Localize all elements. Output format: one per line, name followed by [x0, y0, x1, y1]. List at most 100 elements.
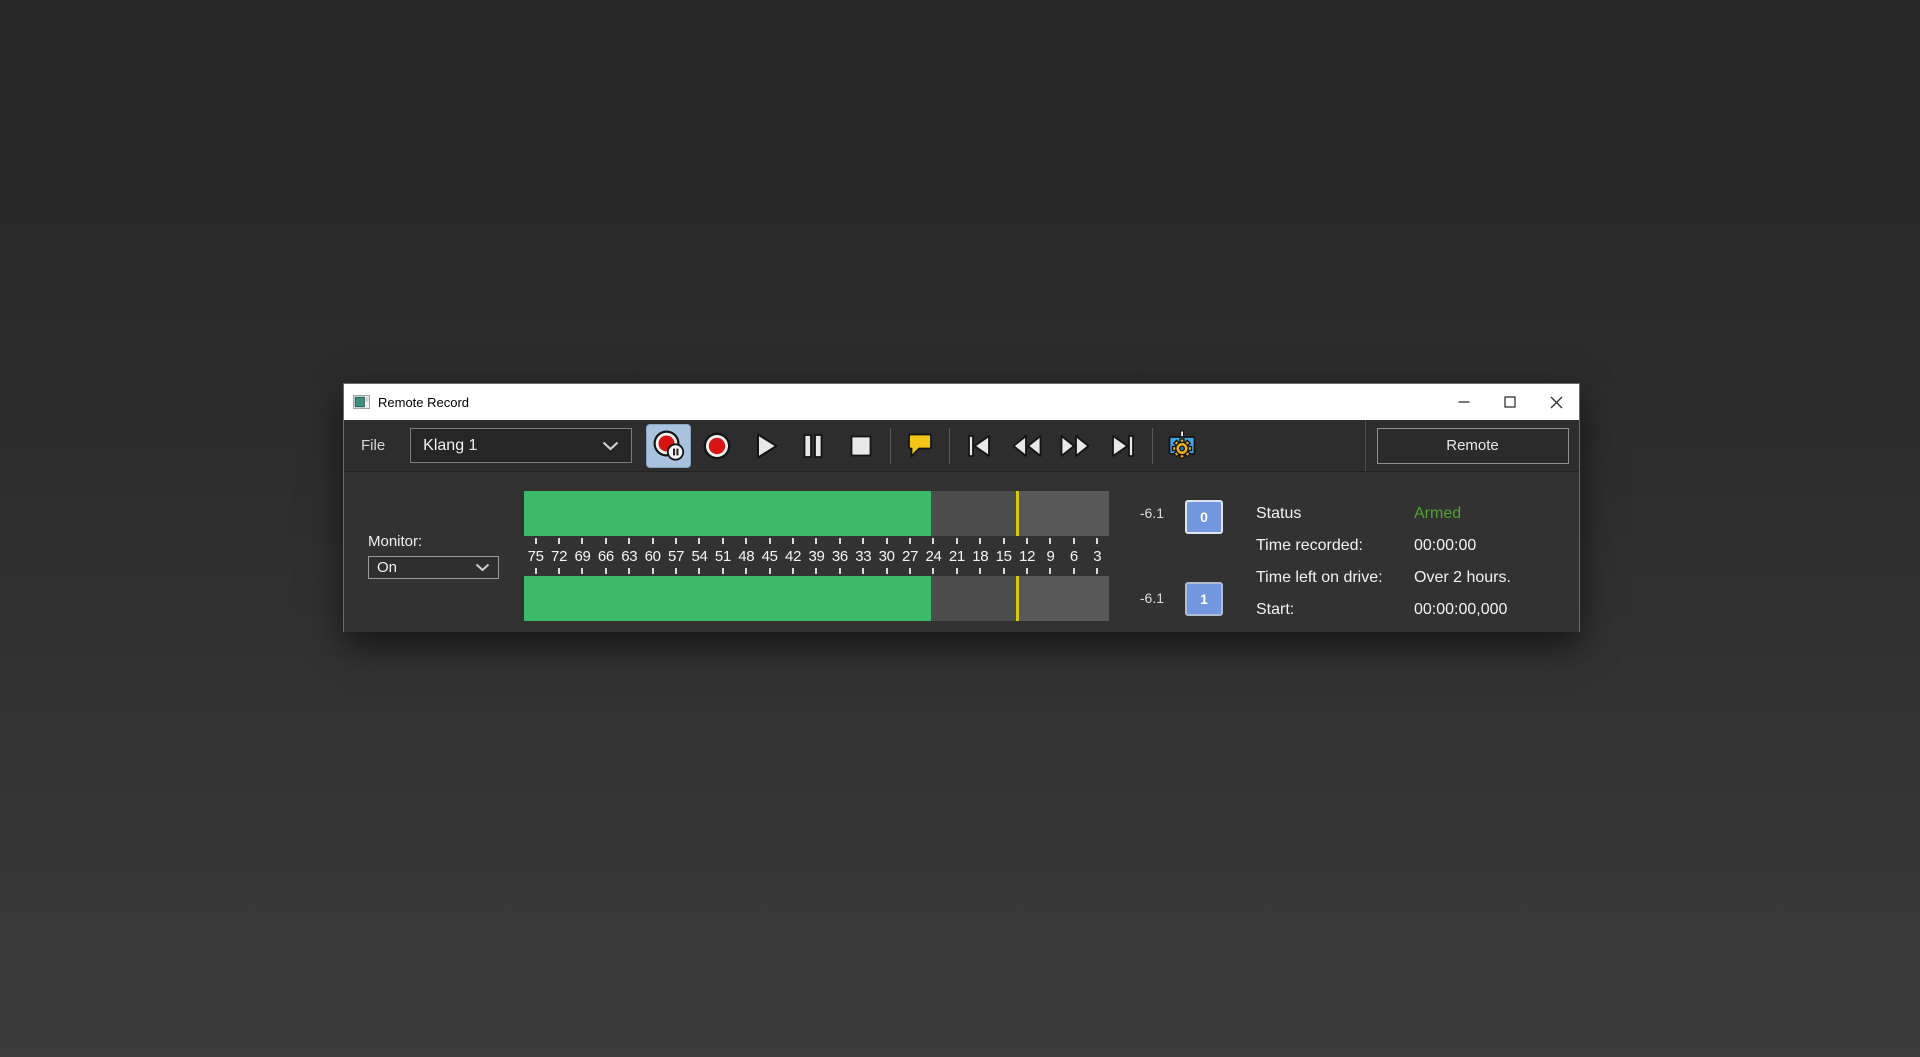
meter-channel-1 [524, 576, 1109, 621]
db-scale-number: 63 [621, 547, 638, 565]
file-dropdown-value: Klang 1 [423, 436, 478, 454]
db-scale-cell: 3 [1086, 536, 1109, 576]
status-row-value: 00:00:00,000 [1414, 601, 1508, 618]
tick-mark [955, 538, 958, 544]
titlebar: Remote Record [344, 384, 1579, 420]
tick-mark [838, 568, 841, 574]
db-scale-number: 24 [925, 547, 942, 565]
db-scale-number: 12 [1019, 547, 1036, 565]
db-scale: 75 72 69 66 63 60 57 54 51 48 45 42 39 3… [524, 536, 1109, 576]
db-scale-number: 72 [551, 547, 568, 565]
rewind-icon [1012, 434, 1042, 457]
status-row-value: Over 2 hours. [1414, 569, 1511, 586]
status-row-label: Time left on drive: [1256, 569, 1383, 586]
db-scale-cell: 30 [875, 536, 898, 576]
db-scale-number: 54 [691, 547, 708, 565]
db-scale-cell: 15 [992, 536, 1015, 576]
transport-buttons [644, 422, 1206, 470]
tick-mark [1002, 568, 1005, 574]
go-to-end-icon [1112, 434, 1135, 457]
go-to-end-button[interactable] [1099, 422, 1147, 470]
db-scale-number: 42 [785, 547, 802, 565]
rewind-button[interactable] [1003, 422, 1051, 470]
db-scale-number: 48 [738, 547, 755, 565]
file-dropdown[interactable]: Klang 1 [410, 428, 633, 463]
tick-mark [955, 568, 958, 574]
tick-mark [1026, 568, 1029, 574]
db-scale-cell: 21 [945, 536, 968, 576]
tick-mark [1072, 538, 1075, 544]
db-scale-number: 57 [668, 547, 685, 565]
tick-mark [698, 538, 701, 544]
tick-mark [885, 568, 888, 574]
window-title: Remote Record [378, 394, 470, 410]
db-scale-number: 9 [1046, 547, 1055, 565]
tick-mark [628, 538, 631, 544]
record-button[interactable] [693, 422, 741, 470]
db-scale-number: 69 [574, 547, 591, 565]
go-to-start-button[interactable] [955, 422, 1003, 470]
minimize-button[interactable] [1441, 384, 1487, 420]
db-scale-number: 6 [1069, 547, 1078, 565]
db-scale-number: 60 [644, 547, 661, 565]
peak-db-readout-1: -6.1 [1139, 590, 1164, 606]
pause-icon [803, 433, 823, 458]
tick-mark [768, 538, 771, 544]
play-button[interactable] [741, 422, 789, 470]
meter-peak-hold-line [1015, 491, 1019, 536]
status-row: Start: 00:00:00,000 [1256, 594, 1568, 626]
db-scale-number: 36 [831, 547, 848, 565]
tick-mark [838, 538, 841, 544]
tick-mark [534, 538, 537, 544]
db-scale-cell: 63 [618, 536, 641, 576]
toolbar-separator [890, 427, 892, 464]
tick-mark [909, 568, 912, 574]
status-row-label: Status [1256, 505, 1302, 522]
pause-button[interactable] [789, 422, 837, 470]
tick-mark [1002, 538, 1005, 544]
maximize-button[interactable] [1487, 384, 1533, 420]
record-options-button[interactable] [1158, 422, 1206, 470]
remote-button[interactable]: Remote [1376, 427, 1569, 464]
db-scale-cell: 6 [1062, 536, 1085, 576]
drop-marker-button[interactable] [896, 422, 944, 470]
db-scale-cell: 36 [828, 536, 851, 576]
tick-mark [651, 568, 654, 574]
chevron-down-icon [602, 441, 619, 451]
tick-mark [558, 568, 561, 574]
tick-mark [1049, 568, 1052, 574]
db-scale-number: 30 [878, 547, 895, 565]
close-button[interactable] [1533, 384, 1579, 420]
channel-1-button[interactable]: 1 [1185, 582, 1223, 616]
tick-mark [932, 538, 935, 544]
tick-mark [792, 568, 795, 574]
record-panel: Monitor: On 75 72 69 66 63 60 57 54 51 4… [344, 472, 1579, 632]
db-scale-cell: 27 [898, 536, 921, 576]
tick-mark [675, 538, 678, 544]
db-scale-cell: 51 [711, 536, 734, 576]
meter-peak-hold-line [1015, 576, 1019, 621]
monitor-dropdown-value: On [377, 559, 398, 576]
tick-mark [862, 538, 865, 544]
tick-mark [792, 538, 795, 544]
tick-mark [885, 538, 888, 544]
tick-mark [675, 568, 678, 574]
tick-mark [815, 538, 818, 544]
stop-button[interactable] [837, 422, 885, 470]
db-scale-cell: 75 [524, 536, 547, 576]
toolbar: File Klang 1 Remote [344, 420, 1579, 472]
play-icon [757, 433, 778, 458]
fast-forward-icon [1060, 434, 1090, 457]
peak-db-readout-0: -6.1 [1139, 505, 1164, 521]
db-scale-cell: 9 [1039, 536, 1062, 576]
status-row-value: 00:00:00 [1414, 537, 1477, 554]
fast-forward-button[interactable] [1051, 422, 1099, 470]
tick-mark [909, 538, 912, 544]
meter-level-fill [524, 491, 931, 536]
record-pause-button[interactable] [646, 423, 692, 468]
monitor-dropdown[interactable]: On [368, 556, 499, 579]
channel-0-button[interactable]: 0 [1185, 500, 1223, 534]
level-meters: 75 72 69 66 63 60 57 54 51 48 45 42 39 3… [524, 491, 1109, 621]
meter-post-peak-zone [1016, 576, 1109, 621]
record-options-icon [1168, 430, 1196, 459]
